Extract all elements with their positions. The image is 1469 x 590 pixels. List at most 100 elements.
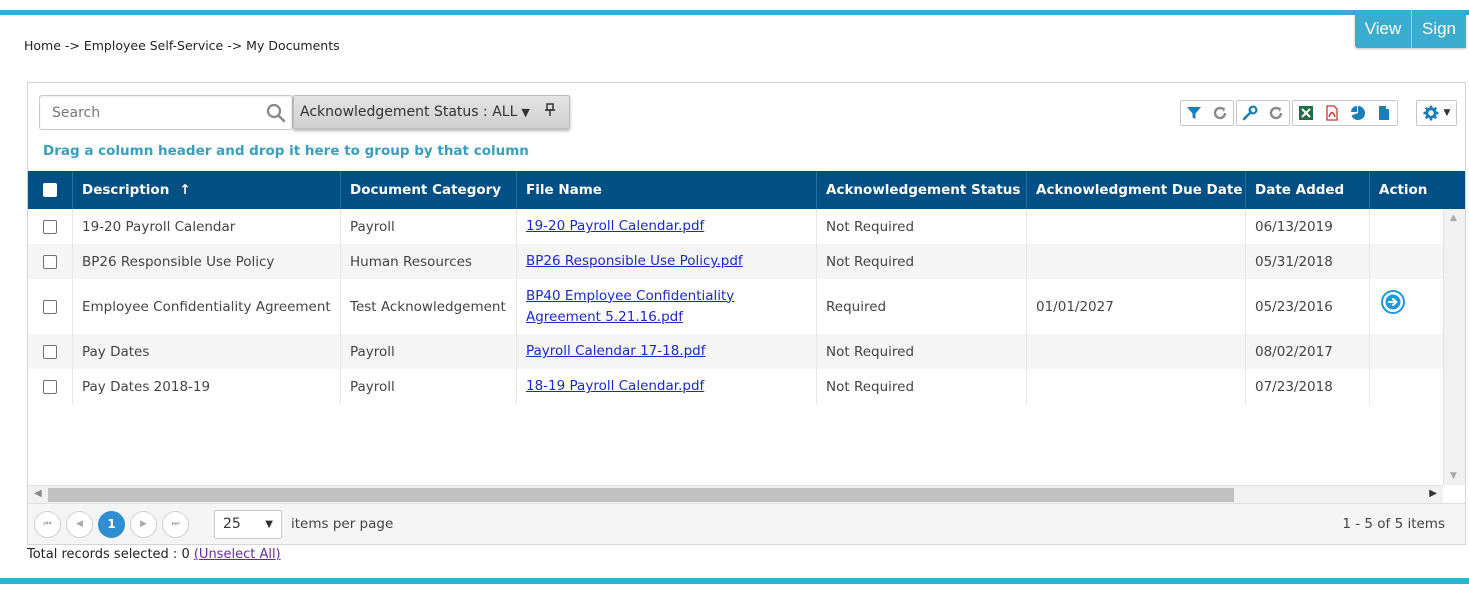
- file-name-link[interactable]: BP40 Employee Confidentiality Agreement …: [517, 279, 817, 334]
- grid-body: 19-20 Payroll Calendar Payroll 19-20 Pay…: [28, 209, 1443, 485]
- category-cell: Test Acknowledgement: [341, 279, 517, 334]
- description-cell: Employee Confidentiality Agreement: [73, 279, 341, 334]
- description-cell: 19-20 Payroll Calendar: [73, 209, 341, 244]
- column-header-acknowledgement-status[interactable]: Acknowledgement Status: [817, 171, 1027, 209]
- column-header-acknowledgment-due-date[interactable]: Acknowledgment Due Date: [1027, 171, 1246, 209]
- table-row: Pay Dates 2018-19 Payroll 18-19 Payroll …: [28, 369, 1443, 404]
- action-cell: [1370, 244, 1443, 279]
- row-select-cell: [28, 209, 73, 244]
- scroll-right-arrow-icon[interactable]: ▶: [1429, 488, 1437, 499]
- status-cell: Not Required: [817, 209, 1027, 244]
- scroll-up-arrow-icon[interactable]: ▲: [1450, 213, 1457, 223]
- caret-down-icon: ▼: [1443, 108, 1451, 118]
- previous-page-icon[interactable]: ◀: [66, 510, 93, 538]
- search-box: [39, 95, 293, 130]
- category-cell: Human Resources: [341, 244, 517, 279]
- status-cell: Not Required: [817, 334, 1027, 369]
- action-cell: [1370, 369, 1443, 404]
- document-icon[interactable]: [1371, 101, 1397, 125]
- refresh-icon[interactable]: [1207, 101, 1233, 125]
- view-button[interactable]: View: [1355, 10, 1412, 48]
- column-header-file-name[interactable]: File Name: [517, 171, 817, 209]
- current-page-button[interactable]: 1: [98, 510, 125, 538]
- documents-grid: Acknowledgement Status : ALL ▼: [27, 82, 1466, 545]
- column-header-document-category[interactable]: Document Category: [341, 171, 517, 209]
- file-name-link[interactable]: BP26 Responsible Use Policy.pdf: [517, 244, 817, 279]
- settings-toolbar-group: [1236, 100, 1290, 126]
- horizontal-scroll-thumb[interactable]: [48, 488, 1234, 502]
- filter-label: Acknowledgement Status : ALL: [300, 104, 518, 120]
- action-cell: [1370, 209, 1443, 244]
- breadcrumb: Home -> Employee Self-Service -> My Docu…: [24, 38, 340, 53]
- select-all-checkbox[interactable]: [43, 183, 57, 197]
- row-checkbox[interactable]: [43, 299, 57, 314]
- sign-button[interactable]: Sign: [1412, 10, 1466, 48]
- row-select-cell: [28, 334, 73, 369]
- file-name-link[interactable]: Payroll Calendar 17-18.pdf: [517, 334, 817, 369]
- file-name-link[interactable]: 19-20 Payroll Calendar.pdf: [517, 209, 817, 244]
- horizontal-scrollbar[interactable]: ◀ ▶: [28, 485, 1443, 503]
- file-name-link[interactable]: 18-19 Payroll Calendar.pdf: [517, 369, 817, 404]
- due-date-cell: [1027, 209, 1246, 244]
- arrow-right-circle-icon[interactable]: [1380, 289, 1406, 315]
- caret-down-icon: ▼: [265, 518, 273, 530]
- acknowledgement-status-filter[interactable]: Acknowledgement Status : ALL ▼: [293, 95, 570, 129]
- date-added-cell: 08/02/2017: [1246, 334, 1370, 369]
- description-cell: BP26 Responsible Use Policy: [73, 244, 341, 279]
- status-cell: Not Required: [817, 244, 1027, 279]
- sort-ascending-icon: ↑: [179, 182, 191, 198]
- unselect-all-link[interactable]: (Unselect All): [194, 547, 281, 562]
- category-cell: Payroll: [341, 209, 517, 244]
- scroll-left-arrow-icon[interactable]: ◀: [34, 488, 42, 499]
- row-checkbox[interactable]: [43, 344, 57, 359]
- row-select-cell: [28, 244, 73, 279]
- wrench-icon[interactable]: [1237, 101, 1263, 125]
- records-selected-text: Total records selected : 0: [27, 547, 190, 562]
- page-size-select[interactable]: 25 ▼: [214, 509, 282, 539]
- filter-icon[interactable]: [1181, 101, 1207, 125]
- gear-icon[interactable]: ▼: [1417, 101, 1456, 125]
- status-cell: Not Required: [817, 369, 1027, 404]
- pager: ⏮ ◀ 1 ▶ ⏭ 25 ▼ items per page 1 - 5 of 5…: [28, 503, 1465, 544]
- last-page-icon[interactable]: ⏭: [162, 510, 189, 538]
- date-added-cell: 07/23/2018: [1246, 369, 1370, 404]
- caret-down-icon: ▼: [521, 105, 530, 119]
- next-page-icon[interactable]: ▶: [130, 510, 157, 538]
- export-toolbar-group: [1292, 100, 1398, 126]
- due-date-cell: [1027, 334, 1246, 369]
- records-selected: Total records selected : 0 (Unselect All…: [27, 547, 281, 562]
- excel-icon[interactable]: [1293, 101, 1319, 125]
- due-date-cell: 01/01/2027: [1027, 279, 1246, 334]
- bottom-accent-bar: [0, 578, 1469, 584]
- column-header-action: Action: [1379, 182, 1428, 198]
- pdf-icon[interactable]: [1319, 101, 1345, 125]
- row-select-cell: [28, 369, 73, 404]
- chart-icon[interactable]: [1345, 101, 1371, 125]
- first-page-icon[interactable]: ⏮: [34, 510, 61, 538]
- action-cell: [1370, 279, 1443, 334]
- row-select-cell: [28, 279, 73, 334]
- date-added-cell: 05/31/2018: [1246, 244, 1370, 279]
- refresh-icon[interactable]: [1263, 101, 1289, 125]
- items-per-page-label: items per page: [291, 516, 394, 532]
- row-checkbox[interactable]: [43, 219, 57, 234]
- search-icon[interactable]: [266, 103, 286, 123]
- pin-icon[interactable]: [545, 103, 555, 121]
- search-input[interactable]: [40, 96, 250, 129]
- due-date-cell: [1027, 369, 1246, 404]
- description-cell: Pay Dates: [73, 334, 341, 369]
- category-cell: Payroll: [341, 369, 517, 404]
- group-by-hint: Drag a column header and drop it here to…: [43, 143, 529, 159]
- column-header-date-added[interactable]: Date Added: [1246, 171, 1370, 209]
- table-row: Pay Dates Payroll Payroll Calendar 17-18…: [28, 334, 1443, 369]
- scroll-down-arrow-icon[interactable]: ▼: [1450, 471, 1457, 481]
- filter-toolbar-group: [1180, 100, 1234, 126]
- row-checkbox[interactable]: [43, 379, 57, 394]
- column-header-description[interactable]: Description ↑: [73, 171, 341, 209]
- vertical-scrollbar[interactable]: ▲ ▼: [1443, 209, 1465, 485]
- grid-header: Description ↑ Document Category File Nam…: [28, 171, 1465, 209]
- row-checkbox[interactable]: [43, 254, 57, 269]
- description-cell: Pay Dates 2018-19: [73, 369, 341, 404]
- column-settings-group: ▼: [1416, 100, 1457, 126]
- top-accent-bar: [0, 10, 1469, 15]
